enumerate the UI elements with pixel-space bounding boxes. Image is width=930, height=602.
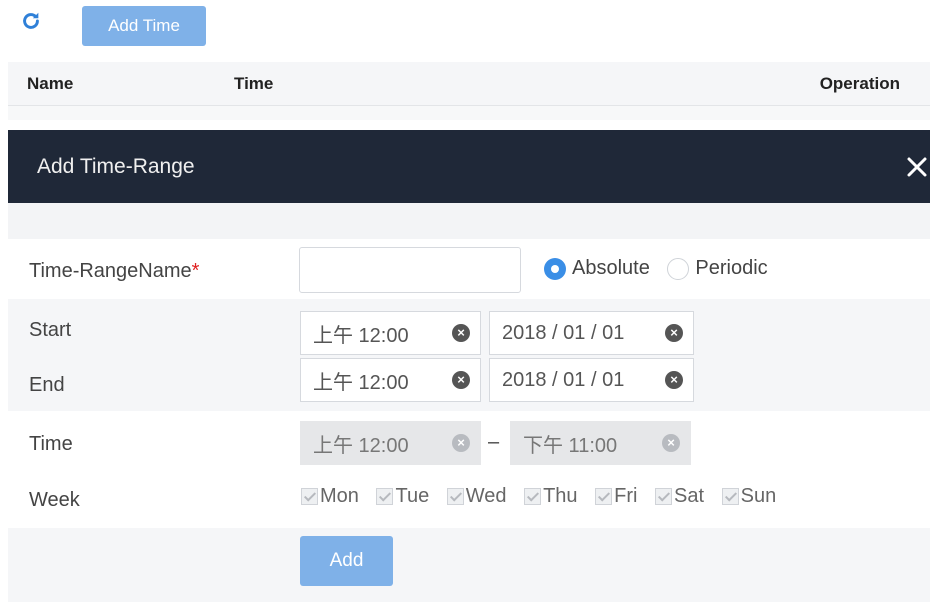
time-from-picker: 上午 12:00 × <box>300 421 481 465</box>
name-row: Time-RangeName* Absolute Periodic <box>8 239 930 299</box>
close-icon[interactable] <box>906 156 928 178</box>
toolbar: Add Time <box>0 0 930 60</box>
time-range-name-input[interactable] <box>299 247 521 293</box>
clear-icon: × <box>662 434 680 452</box>
radio-unselected-icon <box>667 257 690 280</box>
end-label: End <box>29 374 65 396</box>
checkbox-icon <box>301 488 318 505</box>
clear-icon[interactable]: × <box>452 371 470 389</box>
dialog-subbar <box>8 203 930 239</box>
table-header: Name Time Operation <box>8 62 930 106</box>
column-header-time[interactable]: Time <box>234 74 273 94</box>
week-wed: Wed <box>446 485 507 508</box>
week-label: Week <box>29 489 80 511</box>
mode-radio-group: Absolute Periodic <box>544 257 780 286</box>
checkbox-icon <box>655 488 673 505</box>
week-thu: Thu <box>524 485 578 508</box>
add-time-range-dialog: Add Time-Range Time-RangeName* Absolute … <box>8 130 930 602</box>
start-time-picker[interactable]: 上午 12:00 × <box>300 311 481 355</box>
week-row: Week Mon Tue Wed Thu Fri Sat Sun <box>8 475 930 525</box>
checkbox-icon <box>446 488 464 505</box>
checkbox-icon <box>524 488 542 505</box>
dialog-title: Add Time-Range <box>37 155 195 178</box>
time-to-picker: 下午 11:00 × <box>510 421 691 465</box>
refresh-icon[interactable] <box>20 10 42 32</box>
required-mark: * <box>191 260 200 282</box>
page: Add Time Name Time Operation Add Time-Ra… <box>0 0 930 602</box>
clear-icon[interactable]: × <box>452 324 470 342</box>
column-header-name[interactable]: Name <box>27 74 73 94</box>
end-time-picker[interactable]: 上午 12:00 × <box>300 358 481 402</box>
start-end-section: Start End 上午 12:00 × 2018 / 01 / 01 × 上午… <box>8 299 930 411</box>
time-row: Time 上午 12:00 × – 下午 11:00 × <box>8 419 930 469</box>
radio-selected-icon <box>544 257 566 280</box>
radio-periodic[interactable]: Periodic <box>667 257 768 280</box>
dialog-footer: Add <box>8 528 930 602</box>
week-sun: Sun <box>721 485 776 508</box>
checkbox-icon <box>376 488 394 505</box>
clear-icon[interactable]: × <box>665 371 683 389</box>
add-button[interactable]: Add <box>300 536 393 586</box>
end-date-picker[interactable]: 2018 / 01 / 01 × <box>489 358 694 402</box>
time-label: Time <box>29 433 73 455</box>
checkbox-icon <box>721 488 739 505</box>
start-date-picker[interactable]: 2018 / 01 / 01 × <box>489 311 694 355</box>
dialog-header: Add Time-Range <box>8 130 930 203</box>
clear-icon[interactable]: × <box>665 324 683 342</box>
week-mon: Mon <box>301 485 359 508</box>
column-header-operation: Operation <box>819 74 900 93</box>
start-label: Start <box>29 319 72 341</box>
name-label: Time-RangeName* <box>29 260 200 282</box>
week-fri: Fri <box>595 485 637 508</box>
week-sat: Sat <box>655 485 704 508</box>
week-tue: Tue <box>376 485 429 508</box>
add-time-button[interactable]: Add Time <box>82 6 206 46</box>
table-body <box>8 106 930 120</box>
time-separator: – <box>488 431 500 453</box>
clear-icon: × <box>452 434 470 452</box>
radio-absolute[interactable]: Absolute <box>544 257 650 280</box>
week-checkbox-group: Mon Tue Wed Thu Fri Sat Sun <box>301 485 788 511</box>
checkbox-icon <box>595 488 613 505</box>
